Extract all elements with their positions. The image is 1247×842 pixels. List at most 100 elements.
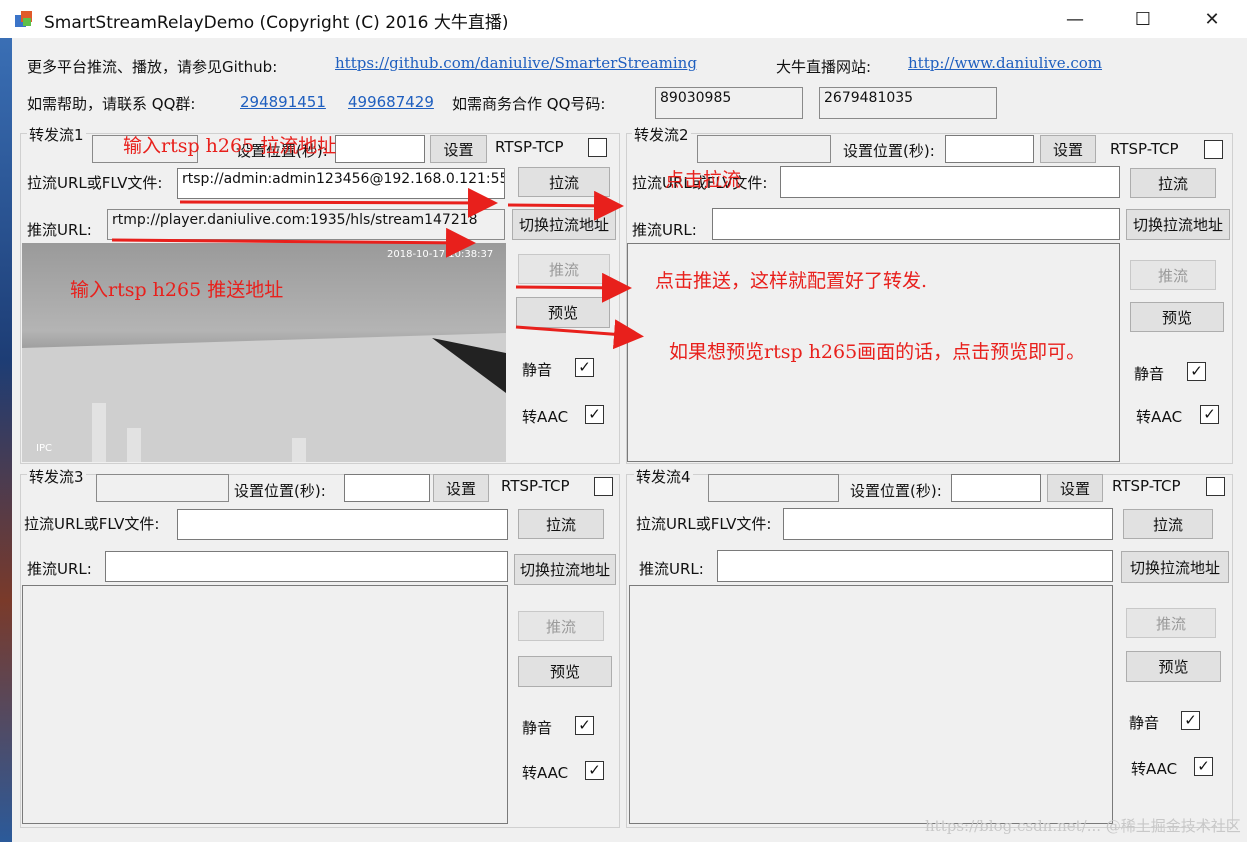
- group1-mute-label: 静音: [522, 361, 553, 379]
- group2-push-url-input[interactable]: [712, 208, 1120, 240]
- group2-rtsp-tcp-checkbox[interactable]: [1204, 140, 1223, 159]
- group4-mute-checkbox[interactable]: ✓: [1181, 711, 1200, 730]
- group1-push-url-label: 推流URL:: [27, 221, 92, 239]
- group3-preview-button[interactable]: 预览: [518, 656, 612, 687]
- group2-mute-checkbox[interactable]: ✓: [1187, 362, 1206, 381]
- group3-set-position-label: 设置位置(秒):: [234, 482, 326, 500]
- group2-position-input[interactable]: [945, 135, 1034, 163]
- desktop-background-strip: [0, 38, 12, 842]
- close-button[interactable]: ✕: [1177, 0, 1247, 38]
- group4-rtsp-tcp-checkbox[interactable]: [1206, 477, 1225, 496]
- group3-position-input[interactable]: [344, 474, 430, 502]
- group4-rtsp-tcp-label: RTSP-TCP: [1112, 477, 1181, 495]
- annotation-preview-tip: 如果想预览rtsp h265画面的话，点击预览即可。: [669, 341, 1086, 363]
- group1-aac-checkbox[interactable]: ✓: [585, 405, 604, 424]
- group2-set-button[interactable]: 设置: [1040, 135, 1096, 163]
- video-timestamp: 2018-10-17 10:38:37: [387, 249, 494, 260]
- group4-push-button[interactable]: 推流: [1126, 608, 1216, 638]
- group3-push-url-label: 推流URL:: [27, 560, 92, 578]
- group4-video-view: [629, 585, 1113, 824]
- group3-aac-label: 转AAC: [522, 764, 569, 782]
- group2-position-display: [697, 135, 831, 163]
- group2-mute-label: 静音: [1134, 365, 1165, 383]
- group2-pull-button[interactable]: 拉流: [1130, 168, 1216, 198]
- group2-push-url-label: 推流URL:: [632, 221, 697, 239]
- group3-aac-checkbox[interactable]: ✓: [585, 761, 604, 780]
- group4-push-url-input[interactable]: [717, 550, 1113, 582]
- group1-preview-button[interactable]: 预览: [516, 297, 610, 328]
- group1-rtsp-tcp-checkbox[interactable]: [588, 138, 607, 157]
- group4-preview-button[interactable]: 预览: [1126, 651, 1221, 682]
- group1-push-button[interactable]: 推流: [518, 254, 610, 284]
- annotation-click-push: 点击推送，这样就配置好了转发.: [655, 270, 928, 292]
- app-icon: [14, 9, 34, 29]
- group3-rtsp-tcp-checkbox[interactable]: [594, 477, 613, 496]
- group2-pull-url-input[interactable]: [780, 166, 1120, 198]
- group3-rtsp-tcp-label: RTSP-TCP: [501, 477, 570, 495]
- group3-mute-checkbox[interactable]: ✓: [575, 716, 594, 735]
- group3-push-url-input[interactable]: [105, 551, 508, 582]
- group2-set-position-label: 设置位置(秒):: [843, 142, 935, 160]
- group1-pull-url-label: 拉流URL或FLV文件:: [27, 174, 163, 192]
- qq-number-2: 2679481035: [819, 87, 997, 119]
- relay-group-2-title: 转发流2: [632, 124, 691, 145]
- group3-video-view: [22, 585, 508, 824]
- group2-rtsp-tcp-label: RTSP-TCP: [1110, 140, 1179, 158]
- qq-group-link-1[interactable]: 294891451: [240, 93, 326, 111]
- more-platforms-text: 更多平台推流、播放，请参见Github:: [27, 58, 278, 76]
- group4-aac-label: 转AAC: [1131, 760, 1178, 778]
- business-text: 如需商务合作 QQ号码:: [452, 95, 606, 113]
- minimize-button[interactable]: —: [1040, 0, 1110, 38]
- github-link[interactable]: https://github.com/daniulive/SmarterStre…: [335, 54, 697, 72]
- relay-group-3-title: 转发流3: [27, 466, 86, 487]
- group2-aac-checkbox[interactable]: ✓: [1200, 405, 1219, 424]
- group1-rtsp-tcp-label: RTSP-TCP: [495, 138, 564, 156]
- site-label: 大牛直播网站:: [776, 58, 872, 76]
- group3-mute-label: 静音: [522, 719, 553, 737]
- group4-position-input[interactable]: [951, 474, 1041, 502]
- group3-pull-url-label: 拉流URL或FLV文件:: [24, 515, 160, 533]
- qq-group-link-2[interactable]: 499687429: [348, 93, 434, 111]
- relay-group-4-title: 转发流4: [634, 466, 693, 487]
- group1-push-url-input[interactable]: rtmp://player.daniulive.com:1935/hls/str…: [107, 209, 505, 240]
- video-osd-label: IPC: [36, 443, 52, 454]
- watermark: https://blog.csdn.net/... @稀土掘金技术社区: [925, 817, 1241, 835]
- group4-mute-label: 静音: [1129, 714, 1160, 732]
- site-link[interactable]: http://www.daniulive.com: [908, 54, 1102, 72]
- group3-switch-pull-button[interactable]: 切换拉流地址: [514, 554, 616, 585]
- annotation-input-push: 输入rtsp h265 推送地址: [70, 279, 284, 301]
- group1-set-button[interactable]: 设置: [430, 135, 487, 163]
- help-text: 如需帮助，请联系 QQ群:: [27, 95, 196, 113]
- group3-set-button[interactable]: 设置: [433, 474, 489, 502]
- maximize-button[interactable]: ☐: [1108, 0, 1178, 38]
- group4-set-position-label: 设置位置(秒):: [850, 482, 942, 500]
- qq-number-1: 89030985: [655, 87, 803, 119]
- group3-push-button[interactable]: 推流: [518, 611, 604, 641]
- group1-pull-url-input[interactable]: rtsp://admin:admin123456@192.168.0.121:5…: [177, 168, 505, 199]
- group4-position-display: [708, 474, 839, 502]
- annotation-click-pull: 点击拉流: [665, 169, 742, 191]
- group4-pull-button[interactable]: 拉流: [1123, 509, 1213, 539]
- group2-aac-label: 转AAC: [1136, 408, 1183, 426]
- group4-set-button[interactable]: 设置: [1047, 474, 1103, 502]
- group2-switch-pull-button[interactable]: 切换拉流地址: [1126, 209, 1230, 240]
- title-bar: SmartStreamRelayDemo (Copyright (C) 2016…: [0, 0, 1247, 38]
- group4-push-url-label: 推流URL:: [639, 560, 704, 578]
- relay-group-1-title: 转发流1: [27, 124, 86, 145]
- window-title: SmartStreamRelayDemo (Copyright (C) 2016…: [44, 13, 509, 33]
- group1-switch-pull-button[interactable]: 切换拉流地址: [512, 209, 616, 240]
- group2-push-button[interactable]: 推流: [1130, 260, 1216, 290]
- group1-position-input[interactable]: [335, 135, 425, 163]
- group2-preview-button[interactable]: 预览: [1130, 302, 1224, 332]
- group4-aac-checkbox[interactable]: ✓: [1194, 757, 1213, 776]
- group3-pull-button[interactable]: 拉流: [518, 509, 604, 539]
- group1-mute-checkbox[interactable]: ✓: [575, 358, 594, 377]
- group4-switch-pull-button[interactable]: 切换拉流地址: [1121, 551, 1229, 583]
- annotation-input-pull: 输入rtsp h265 拉流地址: [123, 135, 337, 157]
- group3-pull-url-input[interactable]: [177, 509, 508, 540]
- group4-pull-url-label: 拉流URL或FLV文件:: [636, 515, 772, 533]
- group3-position-display: [96, 474, 229, 502]
- group4-pull-url-input[interactable]: [783, 508, 1113, 540]
- group1-pull-button[interactable]: 拉流: [518, 167, 610, 197]
- group1-aac-label: 转AAC: [522, 408, 569, 426]
